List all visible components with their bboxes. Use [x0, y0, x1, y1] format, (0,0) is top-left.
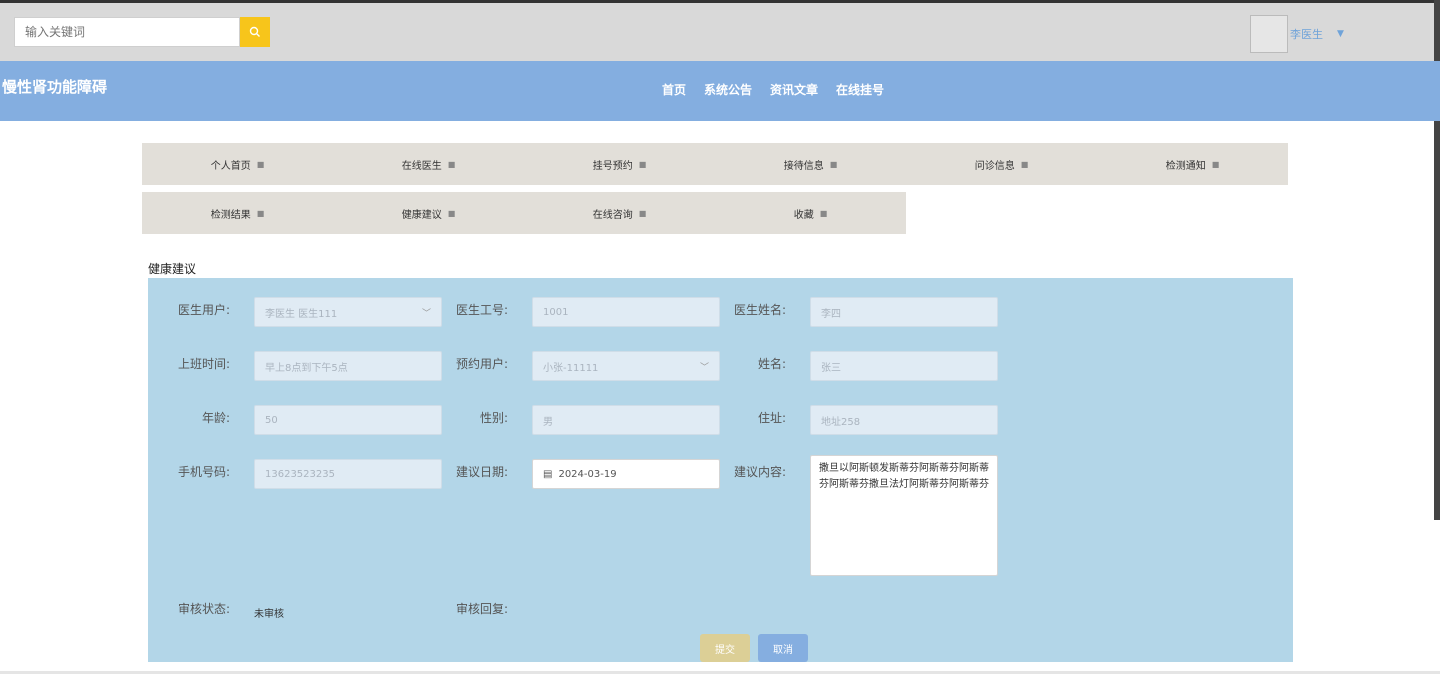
- menu-icon: ■: [1020, 159, 1029, 169]
- doctor-no-label: 医生工号:: [455, 303, 508, 317]
- advice-content-label: 建议内容:: [733, 465, 786, 479]
- menu-item-reception[interactable]: 接待信息 ■: [715, 143, 906, 185]
- search-box: [14, 17, 270, 47]
- nav-link-notices[interactable]: 系统公告: [704, 81, 752, 98]
- menu-item-favorites[interactable]: 收藏 ■: [715, 192, 906, 234]
- gender-field[interactable]: 男: [532, 405, 720, 435]
- user-menu[interactable]: 李医生 ▼: [1250, 15, 1344, 53]
- menu-item-label: 个人首页: [210, 160, 251, 172]
- cancel-button[interactable]: 取消: [758, 634, 808, 662]
- doctor-account-select[interactable]: 李医生 医生111 ﹀: [254, 297, 442, 327]
- submit-button[interactable]: 提交: [700, 634, 750, 662]
- menu-item-consultation[interactable]: 问诊信息 ■: [906, 143, 1097, 185]
- menu-icon: ■: [638, 159, 647, 169]
- audit-status-label: 审核状态:: [177, 602, 230, 616]
- brand-title: 慢性肾功能障碍: [2, 78, 108, 96]
- menu-icon: ■: [447, 208, 456, 218]
- nav-bar: 慢性肾功能障碍 首页 系统公告 资讯文章 在线挂号: [0, 61, 1440, 121]
- menu-item-label: 接待信息: [783, 160, 824, 172]
- doctor-account-label: 医生用户:: [177, 303, 230, 317]
- advice-date-label: 建议日期:: [455, 465, 508, 479]
- page-title: 健康建议: [148, 262, 197, 276]
- work-time-label: 上班时间:: [177, 357, 230, 371]
- advice-content-textarea[interactable]: 撒旦以阿斯顿发斯蒂芬阿斯蒂芬阿斯蒂芬阿斯蒂芬撒旦法灯阿斯蒂芬阿斯蒂芬: [810, 455, 998, 576]
- center-menu-row-2: 检测结果 ■ 健康建议 ■ 在线咨询 ■ 收藏 ■: [142, 192, 906, 234]
- address-label: 住址:: [757, 411, 786, 425]
- menu-item-appointment[interactable]: 挂号预约 ■: [524, 143, 715, 185]
- age-label: 年龄:: [201, 411, 230, 425]
- menu-item-label: 检测结果: [210, 209, 251, 221]
- menu-icon: ■: [447, 159, 456, 169]
- name-label: 姓名:: [757, 357, 786, 371]
- search-button[interactable]: [240, 17, 270, 47]
- doctor-name-field[interactable]: 李四: [810, 297, 998, 327]
- booking-user-select[interactable]: 小张-11111 ﹀: [532, 351, 720, 381]
- audit-reply-label: 审核回复:: [455, 602, 508, 616]
- phone-value: 13623523235: [265, 468, 335, 480]
- work-time-field[interactable]: 早上8点到下午5点: [254, 351, 442, 381]
- center-menu-row-1: 个人首页 ■ 在线医生 ■ 挂号预约 ■ 接待信息 ■ 问诊信息 ■ 检测通知 ■: [142, 143, 1288, 185]
- menu-item-health-advice[interactable]: 健康建议 ■: [333, 192, 524, 234]
- doctor-account-value: 李医生 医生111: [265, 308, 338, 320]
- name-value: 张三: [821, 362, 841, 374]
- doctor-no-value: 1001: [543, 306, 569, 318]
- nav-link-registration[interactable]: 在线挂号: [836, 81, 884, 98]
- calendar-icon: ▤: [543, 468, 553, 480]
- menu-item-label: 检测通知: [1165, 160, 1206, 172]
- nav-link-articles[interactable]: 资讯文章: [770, 81, 818, 98]
- doctor-no-field[interactable]: 1001: [532, 297, 720, 327]
- menu-icon: ■: [638, 208, 647, 218]
- name-field[interactable]: 张三: [810, 351, 998, 381]
- menu-item-online-consult[interactable]: 在线咨询 ■: [524, 192, 715, 234]
- nav-link-home[interactable]: 首页: [662, 81, 686, 98]
- address-field[interactable]: 地址258: [810, 405, 998, 435]
- booking-user-label: 预约用户:: [455, 357, 508, 371]
- gender-value: 男: [543, 416, 553, 428]
- phone-label: 手机号码:: [177, 465, 230, 479]
- health-advice-form: 医生用户: 李医生 医生111 ﹀ 医生工号: 1001 医生姓名: 李四 上班…: [148, 278, 1293, 662]
- audit-status-value: 未审核: [254, 609, 284, 620]
- menu-icon: ■: [256, 159, 265, 169]
- menu-item-label: 问诊信息: [974, 160, 1015, 172]
- work-time-value: 早上8点到下午5点: [265, 362, 348, 374]
- doctor-name-value: 李四: [821, 308, 841, 320]
- search-icon: [249, 26, 260, 37]
- menu-item-online-doctor[interactable]: 在线医生 ■: [333, 143, 524, 185]
- menu-item-test-result[interactable]: 检测结果 ■: [142, 192, 333, 234]
- menu-item-test-notice[interactable]: 检测通知 ■: [1097, 143, 1288, 185]
- chevron-down-icon[interactable]: ▼: [1337, 29, 1344, 39]
- menu-icon: ■: [256, 208, 265, 218]
- top-bar: 李医生 ▼: [0, 0, 1440, 61]
- menu-item-profile[interactable]: 个人首页 ■: [142, 143, 333, 185]
- menu-item-label: 收藏: [793, 209, 814, 221]
- menu-icon: ■: [1211, 159, 1220, 169]
- menu-item-label: 健康建议: [401, 209, 442, 221]
- menu-item-label: 在线医生: [401, 160, 442, 172]
- menu-item-label: 挂号预约: [592, 160, 633, 172]
- phone-field[interactable]: 13623523235: [254, 459, 442, 489]
- main-nav: 首页 系统公告 资讯文章 在线挂号: [662, 81, 884, 98]
- gender-label: 性别:: [479, 411, 508, 425]
- avatar[interactable]: [1250, 15, 1288, 53]
- address-value: 地址258: [821, 416, 861, 428]
- menu-icon: ■: [819, 208, 828, 218]
- advice-date-value: 2024-03-19: [558, 468, 617, 480]
- search-input[interactable]: [14, 17, 240, 47]
- menu-icon: ■: [829, 159, 838, 169]
- age-field[interactable]: 50: [254, 405, 442, 435]
- booking-user-value: 小张-11111: [543, 362, 599, 374]
- advice-date-picker[interactable]: ▤ 2024-03-19: [532, 459, 720, 489]
- age-value: 50: [265, 414, 278, 426]
- doctor-name-label: 医生姓名:: [733, 303, 786, 317]
- menu-item-label: 在线咨询: [592, 209, 633, 221]
- user-name[interactable]: 李医生: [1290, 26, 1323, 42]
